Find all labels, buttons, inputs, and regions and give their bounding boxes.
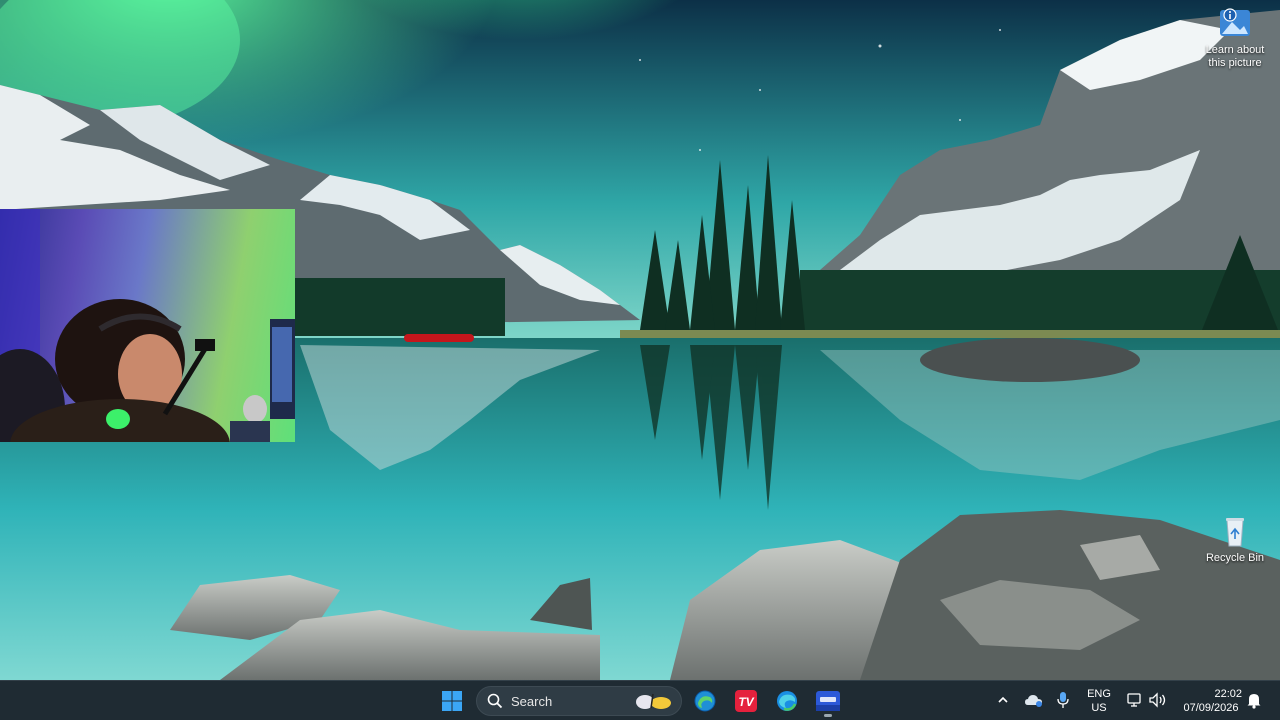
edge-beta-icon bbox=[694, 690, 716, 712]
notification-bell-icon bbox=[1247, 694, 1261, 709]
search-placeholder: Search bbox=[511, 693, 553, 709]
network-icon bbox=[1127, 693, 1141, 707]
clock-time: 22:02 bbox=[1214, 688, 1242, 700]
start-button[interactable] bbox=[434, 684, 470, 718]
webcam-feed-image bbox=[0, 209, 295, 442]
tray-language[interactable]: ENG US bbox=[1083, 687, 1115, 715]
search-icon bbox=[487, 693, 503, 709]
volume-icon bbox=[1149, 692, 1166, 708]
tray-overflow-chevron[interactable] bbox=[996, 693, 1012, 709]
desktop-icon-label: Learn about this picture bbox=[1205, 44, 1265, 69]
taskbar-app-edge-beta[interactable] bbox=[687, 684, 723, 718]
desktop-icon-label: Recycle Bin bbox=[1205, 552, 1265, 564]
tray-network[interactable] bbox=[1126, 691, 1144, 711]
tray-notifications[interactable] bbox=[1246, 691, 1264, 711]
tray-microphone[interactable] bbox=[1056, 691, 1074, 711]
region-code: US bbox=[1091, 702, 1107, 714]
taskbar: Search TV ENG US 22:02 07/09/2026 bbox=[0, 680, 1280, 720]
tray-onedrive[interactable] bbox=[1024, 691, 1046, 711]
windows-start-icon bbox=[442, 691, 462, 711]
learn-about-picture-icon bbox=[1218, 6, 1252, 40]
taskbar-search-box[interactable]: Search bbox=[476, 686, 682, 716]
search-highlight-icon bbox=[636, 693, 671, 709]
taskbar-app-tradingview[interactable]: TV bbox=[728, 684, 764, 718]
desktop-icon-recycle-bin[interactable]: Recycle Bin bbox=[1200, 514, 1270, 565]
svg-text:TV: TV bbox=[738, 695, 754, 709]
tradingview-icon: TV bbox=[735, 690, 757, 712]
microphone-icon bbox=[1057, 692, 1069, 708]
video-editor-icon bbox=[816, 691, 840, 711]
clock-date: 07/09/2026 bbox=[1183, 702, 1239, 714]
onedrive-cloud-icon bbox=[1025, 695, 1042, 707]
webcam-overlay bbox=[0, 209, 295, 442]
desktop-icon-learn-about-picture[interactable]: Learn about this picture bbox=[1200, 6, 1270, 70]
recycle-bin-icon bbox=[1218, 514, 1252, 548]
tray-clock[interactable]: 22:02 07/09/2026 bbox=[1176, 687, 1246, 715]
chevron-up-icon bbox=[998, 696, 1008, 703]
language-code: ENG bbox=[1087, 688, 1111, 700]
edge-icon bbox=[777, 691, 797, 711]
taskbar-app-edge[interactable] bbox=[769, 684, 805, 718]
taskbar-app-video-editor[interactable] bbox=[810, 684, 846, 718]
tray-volume[interactable] bbox=[1148, 691, 1168, 711]
